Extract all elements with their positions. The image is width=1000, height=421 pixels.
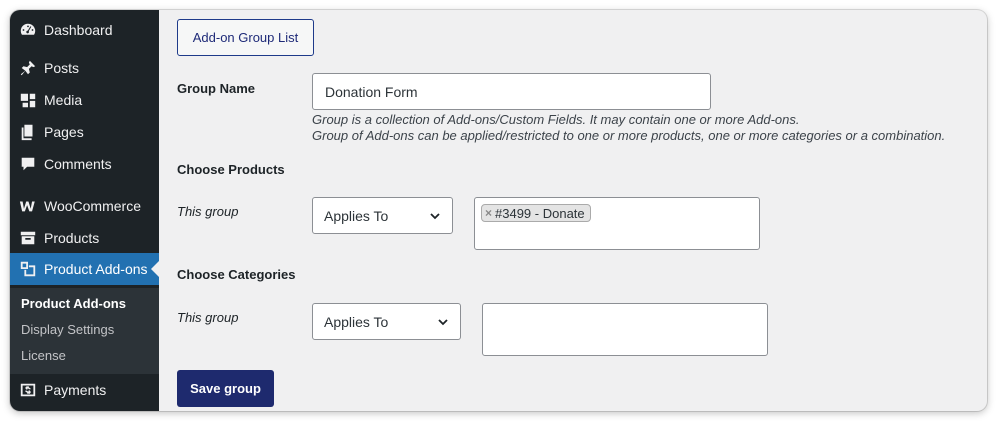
submenu-item-license[interactable]: License [21, 348, 66, 363]
pages-icon [18, 122, 38, 142]
pin-icon [18, 58, 38, 78]
remove-tag-icon[interactable]: × [485, 206, 492, 220]
chevron-down-icon [430, 212, 440, 219]
dashboard-icon [18, 20, 38, 40]
media-icon [18, 90, 38, 110]
dollar-icon [18, 380, 38, 400]
product-tag-label: #3499 - Donate [495, 205, 585, 221]
sidebar-item-label: Comments [44, 156, 112, 172]
categories-this-group-label: This group [177, 310, 239, 325]
sidebar-item-dashboard[interactable]: Dashboard [10, 14, 159, 46]
sidebar-item-label: Media [44, 92, 83, 108]
sidebar-item-label: Payments [44, 382, 107, 398]
product-tag: × #3499 - Donate [481, 204, 591, 222]
group-name-input[interactable]: Donation Form [312, 73, 711, 110]
addons-icon [18, 259, 38, 279]
categories-applies-select[interactable]: Applies To [312, 303, 461, 340]
categories-multiselect[interactable] [482, 303, 768, 356]
group-description-line-2: Group of Add-ons can be applied/restrict… [312, 128, 946, 143]
group-name-value: Donation Form [325, 83, 418, 100]
group-name-label: Group Name [177, 81, 256, 96]
submenu-item-product-addons[interactable]: Product Add-ons [21, 296, 126, 311]
comment-icon [18, 154, 38, 174]
sidebar-item-label: WooCommerce [44, 198, 141, 214]
sidebar-item-media[interactable]: Media [10, 84, 159, 116]
save-group-button[interactable]: Save group [177, 370, 274, 407]
sidebar-item-comments[interactable]: Comments [10, 148, 159, 180]
sidebar-item-pages[interactable]: Pages [10, 116, 159, 148]
products-multiselect[interactable]: × #3499 - Donate [474, 197, 760, 250]
sidebar-item-label: Product Add-ons [44, 261, 148, 277]
choose-categories-heading: Choose Categories [177, 267, 296, 282]
choose-products-heading: Choose Products [177, 162, 285, 177]
sidebar-item-product-addons[interactable]: Product Add-ons [10, 253, 159, 285]
sidebar-item-woocommerce[interactable]: WooCommerce [10, 190, 159, 222]
submenu-item-display-settings[interactable]: Display Settings [21, 322, 114, 337]
sidebar-item-payments[interactable]: Payments [10, 374, 159, 406]
wp-admin-window: Dashboard Posts Media Pages Comments Woo… [10, 10, 987, 411]
sidebar-item-label: Products [44, 230, 100, 246]
addons-submenu: Product Add-ons Display Settings License [10, 288, 159, 374]
sidebar-item-label: Pages [44, 124, 84, 140]
categories-select-value: Applies To [324, 313, 389, 330]
main-content: Add-on Group List Group Name Donation Fo… [159, 10, 987, 411]
products-select-value: Applies To [324, 207, 389, 224]
group-description-line-1: Group is a collection of Add-ons/Custom … [312, 112, 800, 127]
sidebar-item-posts[interactable]: Posts [10, 52, 159, 84]
products-this-group-label: This group [177, 204, 239, 219]
sidebar-item-label: Dashboard [44, 22, 113, 38]
admin-sidebar: Dashboard Posts Media Pages Comments Woo… [10, 10, 159, 411]
products-applies-select[interactable]: Applies To [312, 197, 453, 234]
woocommerce-icon [18, 196, 38, 216]
addon-group-list-button[interactable]: Add-on Group List [177, 19, 314, 56]
sidebar-item-products[interactable]: Products [10, 222, 159, 254]
archive-icon [18, 228, 38, 248]
sidebar-item-label: Posts [44, 60, 80, 76]
chevron-down-icon [438, 318, 448, 325]
